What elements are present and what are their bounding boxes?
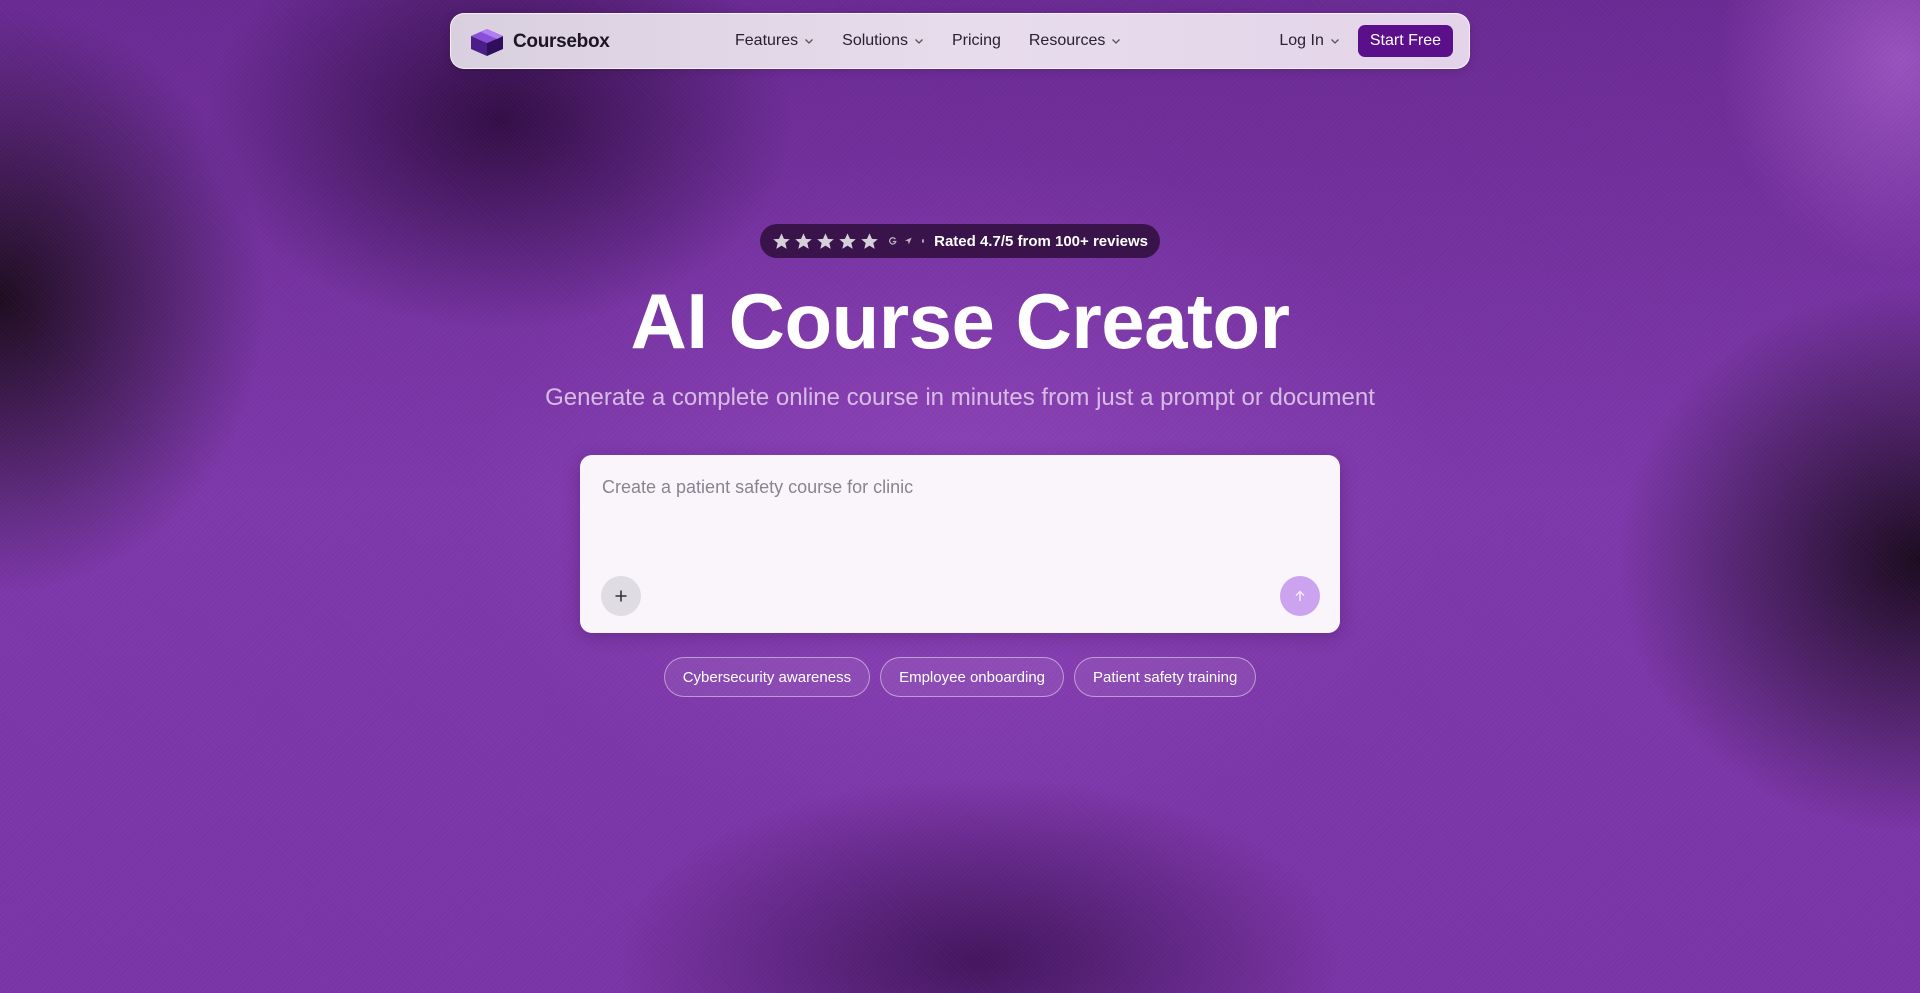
login-label: Log In <box>1279 32 1324 49</box>
nav-item-label: Pricing <box>951 32 1001 49</box>
chevron-down-icon <box>1112 39 1121 44</box>
start-free-button[interactable]: Start Free <box>1357 25 1453 57</box>
nav-item-label: Resources <box>1028 32 1106 49</box>
login-dropdown[interactable]: Log In <box>1279 32 1339 50</box>
star-icon <box>861 232 878 249</box>
star-icon <box>839 232 856 249</box>
rating-stars <box>772 232 879 251</box>
nav-item-solutions[interactable]: Solutions <box>842 32 924 50</box>
nav-item-label: Solutions <box>842 32 908 49</box>
brand-logo[interactable]: Coursebox <box>469 27 610 57</box>
chevron-down-icon <box>1330 39 1339 44</box>
plus-icon <box>615 590 627 602</box>
add-attachment-button[interactable] <box>601 576 641 616</box>
star-icon <box>817 232 834 249</box>
top-navbar: Coursebox Features Solutions Pricing Res… <box>450 13 1470 69</box>
rating-text: Rated 4.7/5 from 100+ reviews <box>934 232 1148 250</box>
separator-dot <box>922 239 925 243</box>
brand-name: Coursebox <box>513 31 610 52</box>
google-icon <box>889 237 897 245</box>
suggestion-chip-cybersecurity[interactable]: Cybersecurity awareness <box>663 657 871 697</box>
chevron-down-icon <box>805 39 814 44</box>
nav-item-resources[interactable]: Resources <box>1029 32 1121 50</box>
suggestion-chip-onboarding[interactable]: Employee onboarding <box>880 657 1065 697</box>
chevron-down-icon <box>915 39 923 44</box>
prompt-input[interactable] <box>600 475 1304 559</box>
prompt-box <box>580 455 1340 633</box>
capterra-icon <box>904 237 912 245</box>
suggestion-chips: Cybersecurity awareness Employee onboard… <box>0 657 1920 697</box>
suggestion-chip-patient-safety[interactable]: Patient safety training <box>1074 657 1257 697</box>
star-icon <box>795 232 812 249</box>
nav-item-label: Features <box>735 32 799 49</box>
cube-logo-icon <box>471 29 503 56</box>
star-icon <box>773 232 790 249</box>
page-subtitle: Generate a complete online course in min… <box>545 384 1375 411</box>
arrow-up-icon <box>1295 590 1305 601</box>
rating-badge: Rated 4.7/5 from 100+ reviews <box>760 224 1160 258</box>
nav-item-features[interactable]: Features <box>735 32 814 50</box>
nav-actions: Log In Start Free <box>1279 14 1453 68</box>
send-button[interactable] <box>1280 576 1320 616</box>
nav-item-pricing[interactable]: Pricing <box>952 32 1001 50</box>
page-title: AI Course Creator <box>630 277 1291 365</box>
main-menu: Features Solutions Pricing Resources <box>735 14 1121 68</box>
